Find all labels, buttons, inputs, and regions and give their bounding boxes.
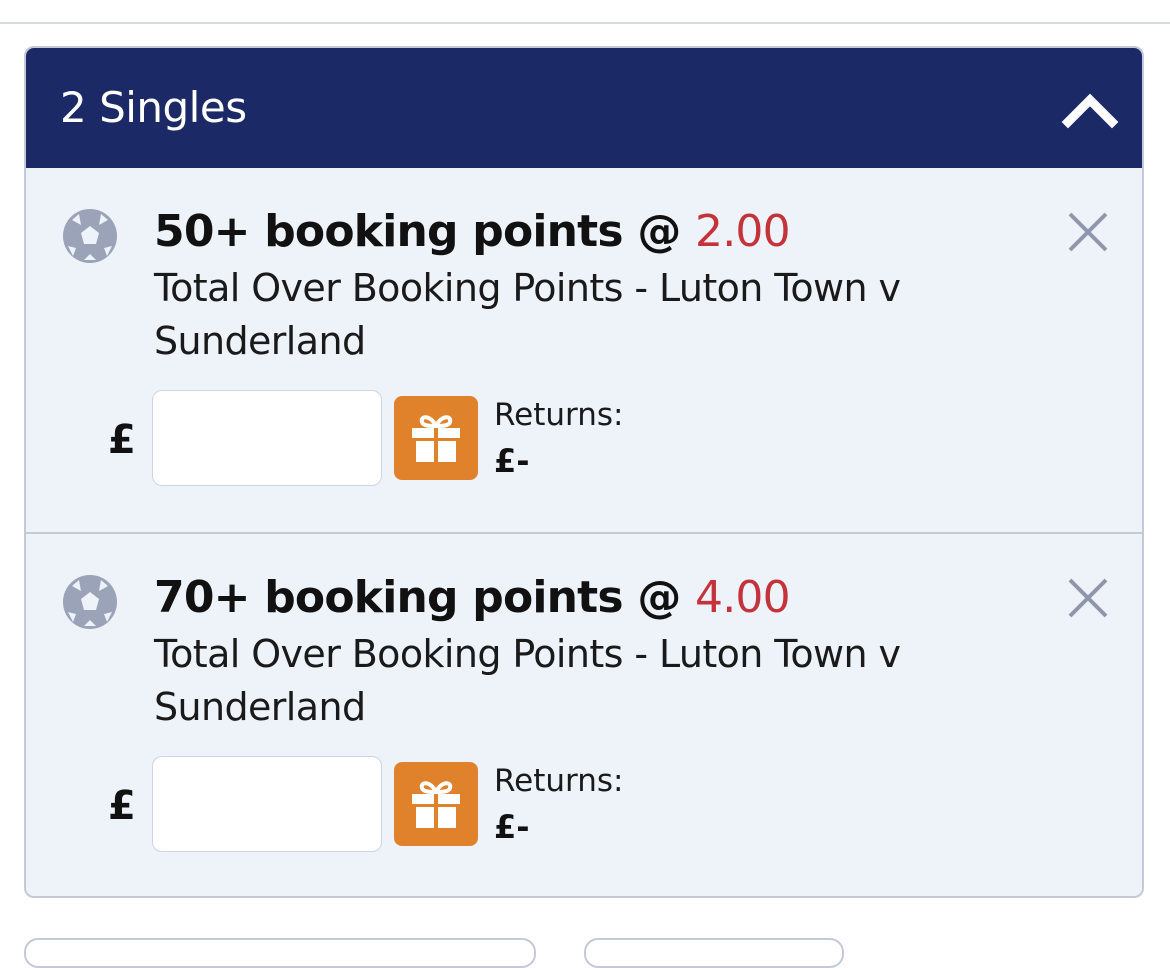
returns-value: £- [494, 442, 530, 480]
stake-input[interactable] [152, 756, 382, 852]
bet-item: 50+ booking points @ 2.00 Total Over Boo… [26, 168, 1142, 532]
chevron-up-icon [1061, 93, 1119, 129]
remove-bet-button[interactable] [1064, 574, 1112, 622]
returns-value: £- [494, 808, 530, 846]
betslip-header[interactable]: 2 Singles [26, 48, 1142, 168]
odds-value: 2.00 [695, 206, 791, 257]
market-name: Total Over Booking Points - Luton Town v… [154, 266, 901, 363]
selection-label: 70+ booking points @ [154, 572, 696, 623]
currency-symbol: £ [108, 783, 136, 829]
collapse-button[interactable] [1060, 82, 1120, 138]
bottom-action-button-right[interactable] [584, 938, 844, 968]
bottom-action-button-left[interactable] [24, 938, 536, 968]
gift-icon [412, 781, 460, 828]
football-icon [63, 575, 117, 629]
odds-value: 4.00 [695, 572, 791, 623]
boost-button[interactable] [394, 396, 478, 480]
remove-bet-button[interactable] [1064, 208, 1112, 256]
stake-input[interactable] [152, 390, 382, 486]
currency-symbol: £ [108, 417, 136, 463]
selection-name: 50+ booking points @ 2.00 [154, 202, 791, 262]
betslip-title: 2 Singles [60, 83, 247, 132]
gift-icon [412, 415, 460, 462]
selection-label: 50+ booking points @ [154, 206, 696, 257]
close-icon [1068, 578, 1108, 618]
bet-item: 70+ booking points @ 4.00 Total Over Boo… [26, 534, 1142, 896]
betslip-panel: 2 Singles 50+ booking points @ 2.00 Tota… [24, 46, 1144, 898]
market-name: Total Over Booking Points - Luton Town v… [154, 632, 901, 729]
football-icon [63, 209, 117, 263]
selection-name: 70+ booking points @ 4.00 [154, 568, 791, 628]
returns-label: Returns: [494, 763, 624, 799]
close-icon [1068, 212, 1108, 252]
top-divider [0, 22, 1170, 24]
boost-button[interactable] [394, 762, 478, 846]
returns-label: Returns: [494, 397, 624, 433]
